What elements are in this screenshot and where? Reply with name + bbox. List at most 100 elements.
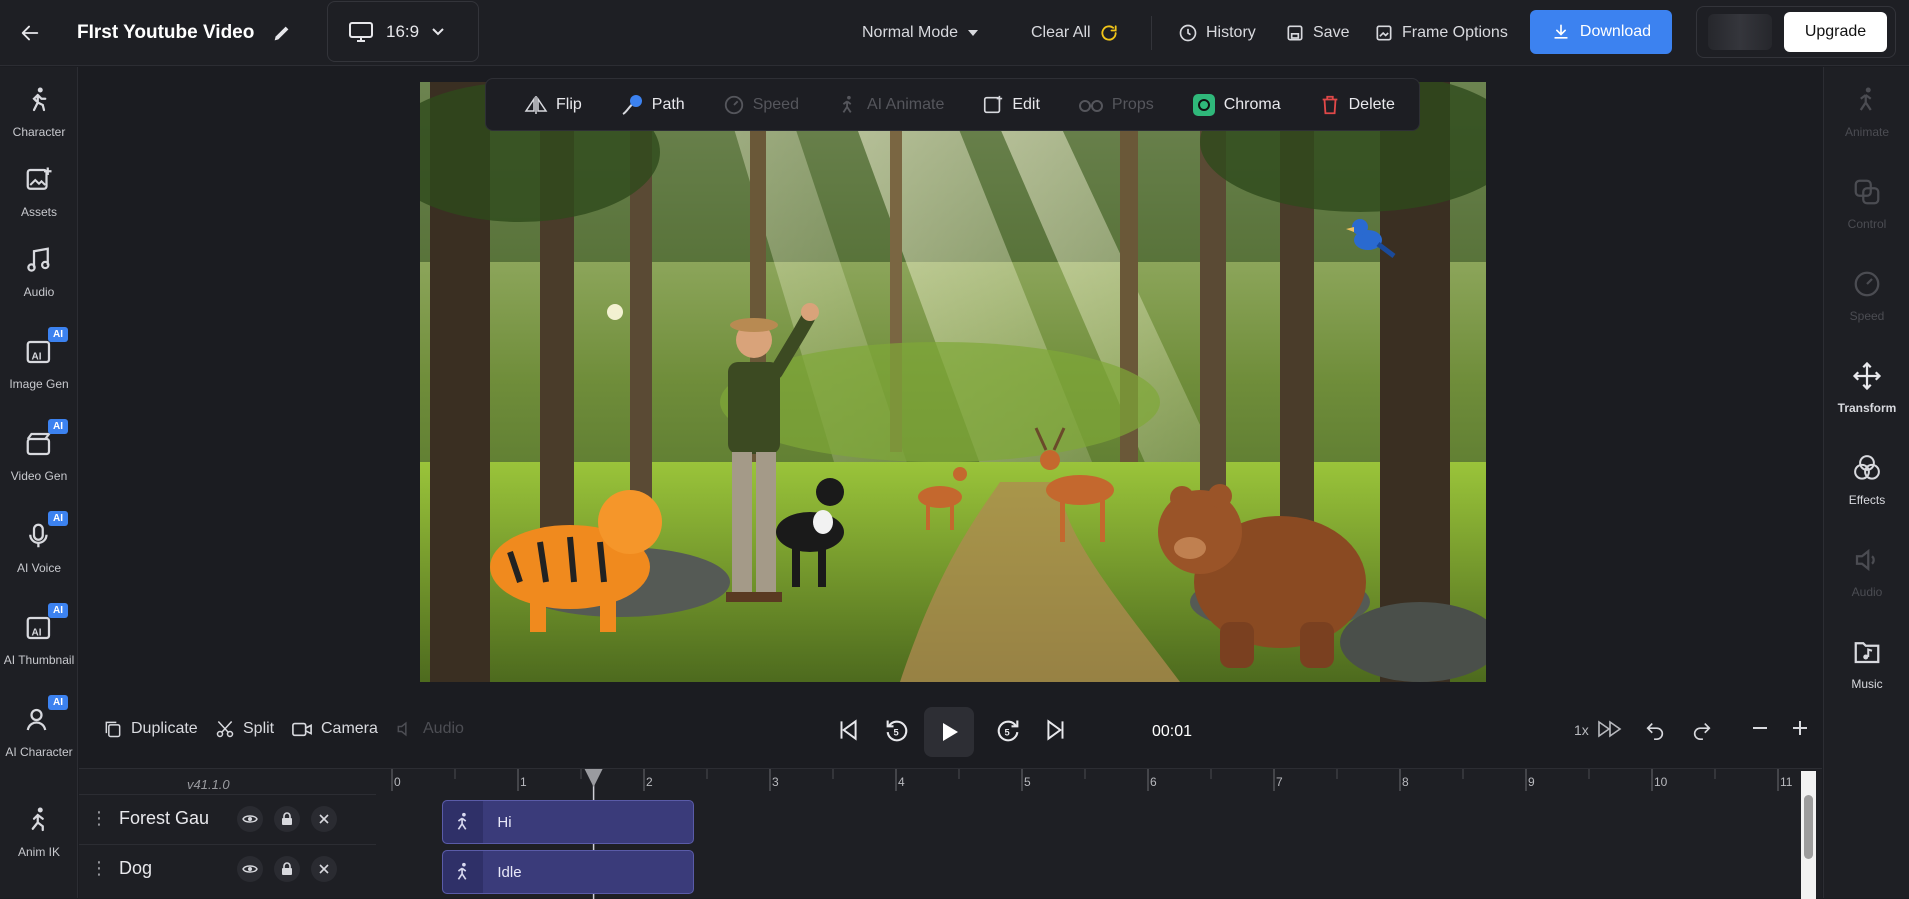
scrollbar-thumb[interactable] — [1804, 795, 1813, 859]
duplicate-button[interactable]: Duplicate — [103, 719, 198, 739]
fast-forward-icon — [1598, 720, 1622, 738]
clip-hi[interactable]: Hi — [442, 800, 695, 844]
lock-toggle[interactable] — [274, 855, 300, 882]
remove-track-button[interactable] — [311, 855, 337, 882]
clip-label: Idle — [497, 863, 522, 881]
sidebar-item-anim-ik[interactable]: Anim IK — [0, 803, 78, 883]
skip-end-button[interactable] — [1043, 717, 1069, 743]
project-title[interactable]: FIrst Youtube Video — [77, 18, 254, 48]
clip-idle[interactable]: Idle — [442, 850, 695, 894]
track-menu-icon[interactable]: ⋮ — [79, 808, 119, 829]
panel-transform[interactable]: Transform — [1824, 343, 1909, 423]
sidebar-item-audio[interactable]: Audio — [0, 227, 78, 307]
save-button[interactable]: Save — [1285, 18, 1349, 48]
aspect-ratio-select[interactable]: 16:9 — [327, 1, 479, 62]
delete-button[interactable]: Delete — [1319, 94, 1395, 116]
rename-button[interactable] — [271, 18, 293, 48]
panel-music[interactable]: Music — [1824, 619, 1909, 699]
ai-badge: AI — [48, 327, 68, 342]
ruler-label: 1 — [520, 775, 527, 789]
sidebar-item-ai-voice[interactable]: AI AI Voice — [0, 503, 78, 583]
ai-animate-label: AI Animate — [866, 95, 945, 113]
skip-start-button[interactable] — [835, 717, 861, 743]
speed-multiplier[interactable]: 1x — [1574, 722, 1589, 738]
chroma-button[interactable]: Chroma — [1192, 93, 1281, 117]
lock-icon — [282, 861, 292, 875]
visibility-toggle[interactable] — [237, 805, 263, 832]
panel-effects[interactable]: Effects — [1824, 435, 1909, 515]
speed-icon — [724, 95, 743, 114]
play-button[interactable] — [924, 707, 974, 757]
plus-icon — [1793, 721, 1807, 735]
sidebar-label: Image Gen — [9, 377, 69, 391]
minus-icon — [1753, 727, 1767, 729]
sidebar-label: AI Voice — [16, 561, 62, 575]
sidebar-item-video-gen[interactable]: AI Video Gen — [0, 411, 78, 491]
back-button[interactable] — [18, 18, 42, 48]
flip-button[interactable]: Flip — [524, 95, 582, 115]
track-forest-guard[interactable]: ⋮ Forest Gau — [79, 794, 376, 842]
music-note-icon — [27, 247, 50, 272]
ruler-label: 7 — [1276, 775, 1283, 789]
zoom-in-button[interactable] — [1791, 719, 1809, 737]
clear-all-label: Clear All — [1031, 24, 1091, 41]
ruler-label: 4 — [898, 775, 905, 789]
panel-control[interactable]: Control — [1824, 159, 1909, 239]
track-dog[interactable]: ⋮ Dog — [79, 844, 376, 892]
sidebar-item-ai-thumbnail[interactable]: AI AI AI Thumbnail — [0, 595, 78, 675]
ruler-label: 11 — [1780, 775, 1793, 789]
playhead-handle[interactable] — [584, 769, 603, 787]
audio-label: Audio — [423, 720, 464, 737]
edit-label: Edit — [1012, 95, 1040, 113]
caret-down-icon — [968, 30, 979, 36]
track-menu-icon[interactable]: ⋮ — [79, 858, 119, 879]
camera-icon — [292, 722, 312, 737]
props-button[interactable]: Props — [1078, 96, 1154, 114]
avatar[interactable] — [1708, 14, 1772, 50]
split-button[interactable]: Split — [215, 719, 274, 739]
ruler-label: 6 — [1150, 775, 1157, 789]
panel-speed[interactable]: Speed — [1824, 251, 1909, 331]
sidebar-item-image-gen[interactable]: AI AI Image Gen — [0, 319, 78, 399]
lock-toggle[interactable] — [274, 805, 300, 832]
speed-button[interactable]: Speed — [723, 94, 799, 116]
download-label: Download — [1579, 23, 1652, 40]
fast-forward-button[interactable] — [1597, 719, 1623, 739]
download-button[interactable]: Download — [1530, 10, 1672, 54]
mode-label: Normal Mode — [862, 24, 959, 41]
rewind-5-button[interactable]: 5 — [883, 717, 911, 745]
sidebar-item-character[interactable]: Character — [0, 67, 78, 147]
path-button[interactable]: Path — [620, 93, 685, 117]
clear-all-button[interactable]: Clear All — [1031, 18, 1119, 48]
camera-label: Camera — [321, 720, 378, 737]
redo-button[interactable] — [1691, 719, 1713, 741]
sidebar-item-ai-character[interactable]: AI AI Character — [0, 687, 78, 767]
remove-track-button[interactable] — [311, 805, 337, 832]
save-icon — [1287, 25, 1303, 41]
undo-button[interactable] — [1644, 719, 1666, 741]
audio-button[interactable]: Audio — [395, 719, 464, 739]
flip-icon — [524, 95, 548, 114]
timeline-scrollbar[interactable] — [1801, 771, 1816, 899]
mode-select[interactable]: Normal Mode — [862, 18, 980, 48]
sidebar-item-assets[interactable]: Assets — [0, 147, 78, 227]
eye-icon — [242, 864, 258, 873]
chroma-label: Chroma — [1223, 95, 1281, 113]
panel-audio[interactable]: Audio — [1824, 527, 1909, 607]
history-button[interactable]: History — [1178, 18, 1256, 48]
upgrade-button[interactable]: Upgrade — [1784, 12, 1887, 52]
forward-5-icon: 5 — [997, 720, 1019, 742]
panel-label: Transform — [1837, 401, 1897, 415]
panel-animate[interactable]: Animate — [1824, 67, 1909, 147]
visibility-toggle[interactable] — [237, 855, 263, 882]
scene-canvas[interactable] — [420, 82, 1486, 682]
panel-label: Audio — [1851, 585, 1883, 599]
frame-options-button[interactable]: Frame Options — [1374, 18, 1508, 48]
zoom-out-button[interactable] — [1751, 719, 1769, 737]
ai-animate-button[interactable]: AI Animate — [837, 94, 944, 116]
animate-icon — [1859, 87, 1872, 111]
move-arrows-icon — [1852, 361, 1882, 391]
camera-button[interactable]: Camera — [291, 719, 378, 739]
edit-button[interactable]: Edit — [982, 94, 1040, 116]
forward-5-button[interactable]: 5 — [994, 717, 1022, 745]
